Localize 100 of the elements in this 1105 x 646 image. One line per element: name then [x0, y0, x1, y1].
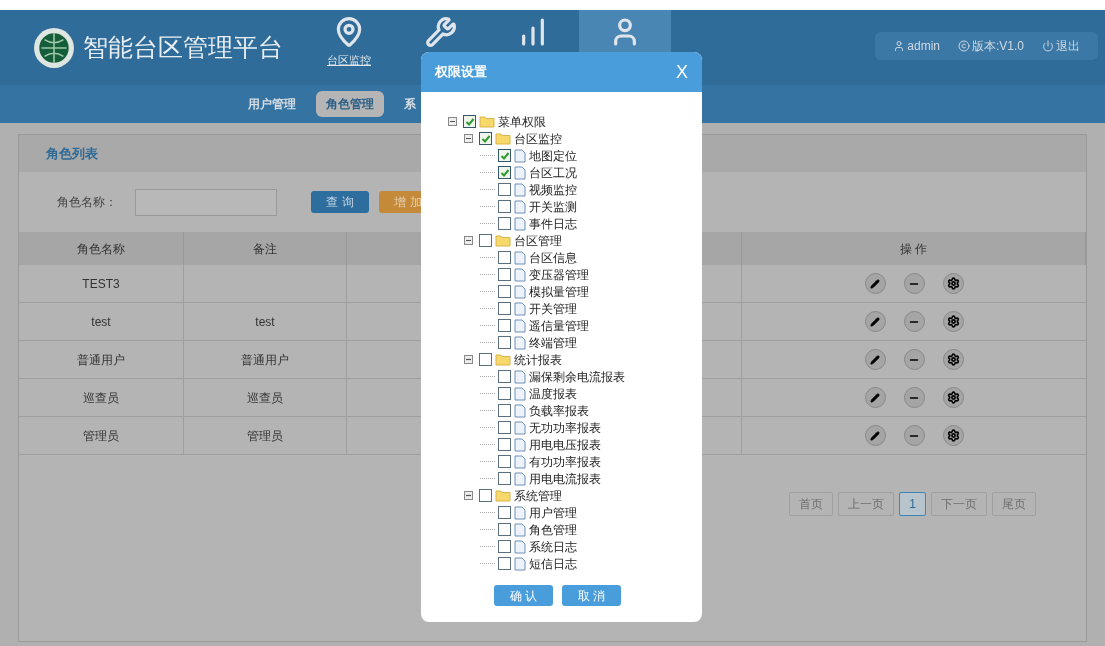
file-icon [514, 216, 526, 231]
table-cell: test [19, 303, 184, 341]
checkbox[interactable] [498, 523, 511, 536]
checkbox[interactable] [463, 115, 476, 128]
file-icon [514, 556, 526, 571]
table-cell: test [184, 303, 347, 341]
tree-label[interactable]: 统计报表 [514, 350, 562, 369]
checkbox[interactable] [498, 251, 511, 264]
file-icon [514, 505, 526, 520]
pencil-icon [870, 430, 880, 441]
checkbox[interactable] [479, 234, 492, 247]
checkbox[interactable] [498, 540, 511, 553]
tree-label[interactable]: 开关管理 [529, 299, 577, 318]
settings-button[interactable] [942, 387, 964, 408]
checkbox[interactable] [479, 132, 492, 145]
collapse-icon[interactable] [464, 355, 473, 364]
file-icon [514, 267, 526, 282]
tree-label[interactable]: 变压器管理 [529, 265, 589, 284]
delete-button[interactable] [903, 311, 925, 332]
tree-label[interactable]: 台区信息 [529, 248, 577, 267]
checkbox[interactable] [498, 438, 511, 451]
query-button[interactable]: 查 询 [311, 191, 369, 213]
tree-label[interactable]: 遥信量管理 [529, 316, 589, 335]
collapse-icon[interactable] [464, 236, 473, 245]
tree-label[interactable]: 无功功率报表 [529, 418, 601, 437]
edit-button[interactable] [864, 311, 886, 332]
tree-label[interactable]: 用电电压报表 [529, 435, 601, 454]
tree-label[interactable]: 负载率报表 [529, 401, 589, 420]
settings-button[interactable] [942, 349, 964, 370]
settings-icon [946, 391, 960, 404]
checkbox[interactable] [498, 149, 511, 162]
tree-label[interactable]: 系统管理 [514, 486, 562, 505]
tree-label[interactable]: 视频监控 [529, 180, 577, 199]
file-icon [514, 420, 526, 435]
checkbox[interactable] [498, 387, 511, 400]
delete-button[interactable] [903, 425, 925, 446]
checkbox[interactable] [498, 302, 511, 315]
tree-label[interactable]: 模拟量管理 [529, 282, 589, 301]
tree-label[interactable]: 有功功率报表 [529, 452, 601, 471]
pencil-icon [870, 354, 880, 365]
edit-button[interactable] [864, 349, 886, 370]
tree-label[interactable]: 温度报表 [529, 384, 577, 403]
role-name-input[interactable] [135, 188, 277, 216]
checkbox[interactable] [498, 183, 511, 196]
settings-button[interactable] [942, 273, 964, 294]
tree-label[interactable]: 台区监控 [514, 129, 562, 148]
tree-label[interactable]: 终端管理 [529, 333, 577, 352]
edit-button[interactable] [864, 425, 886, 446]
table-cell: 巡查员 [19, 379, 184, 417]
checkbox[interactable] [498, 404, 511, 417]
collapse-icon[interactable] [464, 491, 473, 500]
settings-button[interactable] [942, 425, 964, 446]
checkbox[interactable] [498, 557, 511, 570]
checkbox[interactable] [498, 472, 511, 485]
tree-label[interactable]: 用户管理 [529, 503, 577, 522]
table-cell: 管理员 [19, 417, 184, 455]
checkbox[interactable] [479, 353, 492, 366]
tree-label[interactable]: 菜单权限 [498, 112, 546, 131]
checkbox[interactable] [498, 370, 511, 383]
checkbox[interactable] [498, 421, 511, 434]
tree-label[interactable]: 开关监测 [529, 197, 577, 216]
checkbox[interactable] [479, 489, 492, 502]
checkbox[interactable] [498, 455, 511, 468]
edit-button[interactable] [864, 273, 886, 294]
file-icon [514, 301, 526, 316]
file-icon [514, 437, 526, 452]
logout-link[interactable]: 退出 [1056, 37, 1080, 55]
checkbox[interactable] [498, 285, 511, 298]
tree-label[interactable]: 地图定位 [529, 146, 577, 165]
tree-label[interactable]: 漏保剩余电流报表 [529, 367, 625, 386]
collapse-icon[interactable] [464, 134, 473, 143]
version-text: 版本:V1.0 [971, 38, 1024, 55]
tree-label[interactable]: 用电电流报表 [529, 469, 601, 488]
edit-button[interactable] [864, 387, 886, 408]
checkbox[interactable] [498, 319, 511, 332]
settings-button[interactable] [942, 311, 964, 332]
settings-icon [946, 277, 960, 290]
tree-label[interactable]: 事件日志 [529, 214, 577, 233]
tree-label[interactable]: 角色管理 [529, 520, 577, 539]
checkbox[interactable] [498, 268, 511, 281]
tree-label[interactable]: 短信日志 [529, 554, 577, 573]
delete-button[interactable] [903, 387, 925, 408]
checkbox[interactable] [498, 200, 511, 213]
tree-label[interactable]: 台区工况 [529, 163, 577, 182]
file-icon [514, 284, 526, 299]
tree-label[interactable]: 台区管理 [514, 231, 562, 250]
delete-button[interactable] [903, 349, 925, 370]
checkbox[interactable] [498, 336, 511, 349]
subnav-tab[interactable]: 用户管理 [238, 91, 306, 117]
column-header: 角色名称 [19, 232, 184, 265]
nav-tab[interactable] [579, 10, 671, 52]
pencil-icon [870, 392, 880, 403]
checkbox[interactable] [498, 506, 511, 519]
tree-label[interactable]: 系统日志 [529, 537, 577, 556]
checkbox[interactable] [498, 166, 511, 179]
wrench-icon [425, 16, 457, 48]
delete-button[interactable] [903, 273, 925, 294]
checkbox[interactable] [498, 217, 511, 230]
dialog-title: 权限设置 [435, 63, 487, 82]
collapse-icon[interactable] [448, 117, 457, 126]
